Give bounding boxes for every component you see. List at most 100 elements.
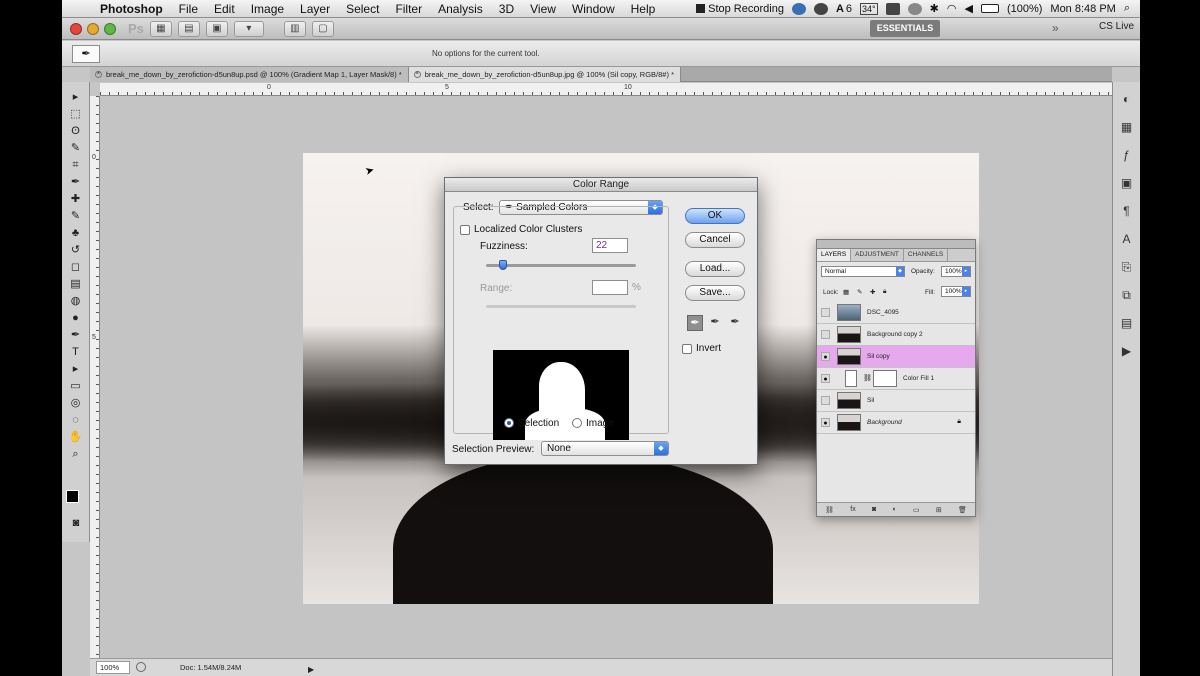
3d-orbit-icon[interactable]: ◌ xyxy=(66,412,86,428)
path-select-icon[interactable]: ▸ xyxy=(66,361,86,377)
eraser-icon[interactable]: ◻ xyxy=(66,259,86,275)
move-tool-icon[interactable]: ▸ xyxy=(66,89,86,105)
menu-layer[interactable]: Layer xyxy=(292,2,338,16)
fx-icon[interactable]: fx xyxy=(850,506,855,513)
layer-row[interactable]: ● Sil xyxy=(817,390,975,412)
color-panel-icon[interactable]: ◐ xyxy=(1118,90,1136,108)
horizontal-ruler[interactable] xyxy=(100,83,1112,96)
vertical-ruler[interactable] xyxy=(90,96,100,658)
dodge-icon[interactable]: ● xyxy=(66,310,86,326)
group-folder-icon[interactable]: ▭ xyxy=(913,506,920,514)
gradient-icon[interactable]: ▤ xyxy=(66,276,86,292)
lasso-tool-icon[interactable]: ʘ xyxy=(66,123,86,139)
visibility-eye-icon[interactable]: ● xyxy=(821,374,830,383)
clone-stamp-icon[interactable]: ♣ xyxy=(66,225,86,241)
save-button[interactable]: Save... xyxy=(685,285,745,301)
document-tab-psd[interactable]: × break_me_down_by_zerofiction-d5un8up.p… xyxy=(90,67,409,82)
stop-recording-icon[interactable] xyxy=(696,4,706,13)
navigator-panel-icon[interactable]: ▣ xyxy=(1118,174,1136,192)
add-mask-icon[interactable]: ◙ xyxy=(872,506,876,513)
foreground-color-swatch[interactable] xyxy=(66,490,79,503)
adjustment-layer-icon[interactable]: ◐ xyxy=(892,506,896,513)
visibility-eye-icon[interactable]: ● xyxy=(821,418,830,427)
history-panel-icon[interactable]: ▤ xyxy=(1118,314,1136,332)
cancel-button[interactable]: Cancel xyxy=(685,232,745,248)
visibility-eye-icon[interactable]: ● xyxy=(821,352,830,361)
layer-name[interactable]: Sil copy xyxy=(867,353,890,360)
new-layer-icon[interactable]: ⊞ xyxy=(936,506,942,514)
launch-bridge-icon[interactable]: ▦ xyxy=(149,20,172,37)
menu-image[interactable]: Image xyxy=(243,2,292,16)
invert-label[interactable]: Invert xyxy=(696,343,721,354)
layer-row[interactable]: ● Background 🔒︎ xyxy=(817,412,975,434)
image-radio-label[interactable]: Image xyxy=(586,418,614,429)
layer-name[interactable]: DSC_4095 xyxy=(867,309,899,316)
dialog-title[interactable]: Color Range xyxy=(445,178,757,192)
vpn-icon[interactable] xyxy=(813,2,828,15)
lock-pixels-icon[interactable]: ✎ xyxy=(857,288,862,296)
fuzziness-slider-track[interactable] xyxy=(486,264,636,267)
styles-panel-icon[interactable]: ƒ xyxy=(1118,146,1136,164)
3d-panel-icon[interactable]: ⧉ xyxy=(1118,286,1136,304)
lock-position-icon[interactable]: ✚ xyxy=(870,288,875,296)
layer-row[interactable]: ● ⛓ Color Fill 1 xyxy=(817,368,975,390)
trash-icon[interactable]: 🗑︎ xyxy=(958,506,967,514)
workspace-overflow-icon[interactable]: » xyxy=(1052,21,1059,35)
brush-icon[interactable]: ✎ xyxy=(66,208,86,224)
image-radio[interactable] xyxy=(572,418,582,428)
layer-row-selected[interactable]: ● Sil copy xyxy=(817,346,975,368)
pen-icon[interactable]: ✒ xyxy=(66,327,86,343)
stop-recording-label[interactable]: Stop Recording xyxy=(708,3,784,15)
blend-mode-select[interactable]: Normal ◆ xyxy=(821,266,905,277)
visibility-eye-icon[interactable]: ● xyxy=(821,396,830,405)
battery-icon[interactable] xyxy=(980,4,999,13)
paragraph-panel-icon[interactable]: ¶ xyxy=(1118,202,1136,220)
invert-checkbox[interactable] xyxy=(682,344,692,354)
screen-mode-icon[interactable]: ▢ xyxy=(311,20,334,37)
tool-preset-picker[interactable]: ✒ xyxy=(72,45,100,63)
visibility-eye-icon[interactable]: ● xyxy=(821,308,830,317)
tab-adjustment[interactable]: ADJUSTMENT xyxy=(851,249,904,261)
view-extras-icon[interactable]: ▣ xyxy=(205,20,228,37)
wifi-icon[interactable]: ◠ xyxy=(947,2,957,15)
layer-name[interactable]: Sil xyxy=(867,397,874,404)
menu-help[interactable]: Help xyxy=(623,2,664,16)
fill-field[interactable]: 100% ▸ xyxy=(941,286,971,297)
menu-select[interactable]: Select xyxy=(338,2,387,16)
hand-icon[interactable]: ✋ xyxy=(66,429,86,445)
bluetooth-icon[interactable]: ✱ xyxy=(930,2,939,15)
fuzziness-input[interactable]: 22 xyxy=(592,238,628,253)
layer-name[interactable]: Color Fill 1 xyxy=(903,375,934,382)
range-slider-track[interactable] xyxy=(486,305,636,308)
link-icon[interactable]: ⛓ xyxy=(863,374,872,382)
minimize-window-icon[interactable] xyxy=(87,22,99,35)
display-icon[interactable] xyxy=(885,2,900,15)
workspace-essentials-button[interactable]: ESSENTIALS xyxy=(870,20,940,37)
ok-button[interactable]: OK xyxy=(685,208,745,224)
menu-3d[interactable]: 3D xyxy=(491,2,522,16)
character-panel-icon[interactable]: A xyxy=(1118,230,1136,248)
time-machine-icon[interactable] xyxy=(907,2,922,15)
quick-select-icon[interactable]: ✎ xyxy=(66,140,86,156)
menu-analysis[interactable]: Analysis xyxy=(430,2,491,16)
layer-name[interactable]: Background copy 2 xyxy=(867,331,923,338)
history-brush-icon[interactable]: ↺ xyxy=(66,242,86,258)
tab-channels[interactable]: CHANNELS xyxy=(904,249,949,261)
selection-radio[interactable] xyxy=(504,418,514,428)
actions-panel-icon[interactable]: ▶ xyxy=(1118,342,1136,360)
panel-header[interactable] xyxy=(817,240,975,249)
zoom-window-icon[interactable] xyxy=(104,22,116,35)
3d-rotate-icon[interactable]: ◎ xyxy=(66,395,86,411)
link-layers-icon[interactable]: ⛓ xyxy=(825,506,834,514)
eyedropper-plus-icon[interactable]: ✒ xyxy=(707,315,723,331)
opacity-field[interactable]: 100% ▸ xyxy=(941,266,971,277)
layer-row[interactable]: ● DSC_4095 xyxy=(817,302,975,324)
zoom-icon[interactable]: ⌕ xyxy=(66,446,86,462)
status-menu-arrow-icon[interactable]: ▶ xyxy=(308,662,314,676)
clone-source-panel-icon[interactable]: ⎘ xyxy=(1118,258,1136,276)
load-button[interactable]: Load... xyxy=(685,261,745,277)
close-window-icon[interactable] xyxy=(70,22,82,35)
volume-icon[interactable]: ◀ xyxy=(964,2,972,15)
type-icon[interactable]: T xyxy=(66,344,86,360)
layer-name[interactable]: Background xyxy=(867,419,902,426)
